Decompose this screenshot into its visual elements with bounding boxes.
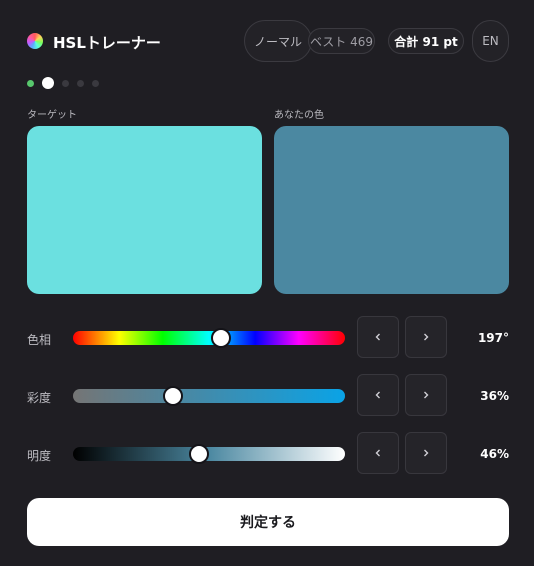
saturation-value: 36% [480,389,509,403]
app-title: HSLトレーナー [53,34,161,52]
header: HSLトレーナー ノーマル ベスト 469 合計 91 pt EN [27,20,509,64]
chevron-left-icon [375,391,380,399]
best-score-badge: ベスト 469 [308,28,375,54]
target-label: ターゲット [27,110,77,121]
round-dot [77,80,84,87]
round-dot [62,80,69,87]
lightness-label: 明度 [27,449,52,463]
saturation-increment-button[interactable] [405,374,447,416]
chevron-right-icon [424,449,429,457]
hue-slider-thumb[interactable] [211,328,232,348]
hue-slider-track[interactable] [73,331,345,345]
saturation-slider-track[interactable] [73,389,345,403]
chevron-left-icon [375,333,380,341]
saturation-label: 彩度 [27,391,52,405]
hue-decrement-button[interactable] [357,316,399,358]
round-dot [27,80,34,87]
chevron-left-icon [375,449,380,457]
saturation-slider-thumb[interactable] [163,386,184,406]
chevron-right-icon [424,391,429,399]
lightness-slider-track[interactable] [73,447,345,461]
round-dot [92,80,99,87]
judge-button[interactable]: 判定する [27,498,509,546]
your-color-label: あなたの色 [274,110,324,121]
round-dot [42,77,54,89]
lightness-value: 46% [480,447,509,461]
chevron-right-icon [424,333,429,341]
hue-value: 197° [477,331,509,345]
hue-label: 色相 [27,333,52,347]
color-wheel-icon [27,33,43,49]
hue-increment-button[interactable] [405,316,447,358]
saturation-decrement-button[interactable] [357,374,399,416]
lightness-increment-button[interactable] [405,432,447,474]
lightness-slider-thumb[interactable] [188,444,209,464]
lightness-decrement-button[interactable] [357,432,399,474]
your-color-swatch [274,126,509,294]
language-toggle-button[interactable]: EN [472,20,509,62]
mode-button[interactable]: ノーマル [244,20,312,62]
target-color-swatch [27,126,262,294]
total-score-badge: 合計 91 pt [388,28,464,54]
